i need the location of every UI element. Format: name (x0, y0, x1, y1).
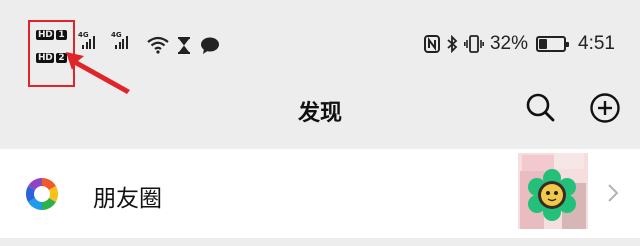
hourglass-icon (178, 37, 190, 54)
status-time: 4:51 (578, 33, 615, 54)
network-type-label: 4G (111, 31, 122, 39)
search-icon[interactable] (524, 91, 556, 123)
chevron-right-icon (608, 184, 619, 202)
battery-tip (566, 42, 570, 47)
battery-percent: 32% (489, 33, 529, 54)
chat-bubble-icon (201, 37, 219, 54)
status-bar: HD 1 HD 2 4G 4G 32% 4:51 (0, 0, 640, 95)
wifi-icon (147, 36, 169, 54)
bluetooth-icon (447, 35, 458, 53)
cell-signal-2: 4G (111, 31, 128, 49)
list-item-label: 朋友圈 (93, 186, 162, 212)
cell-signal-1: 4G (78, 31, 95, 49)
nav-bar: 发现 (0, 85, 640, 135)
battery-level-fill (539, 39, 548, 49)
add-circle-icon[interactable] (589, 92, 621, 124)
right-status-group: 32% 4:51 (423, 33, 615, 55)
section-divider (0, 238, 640, 246)
network-type-label: 4G (78, 31, 89, 39)
list-item-moments[interactable]: 朋友圈 (0, 149, 640, 238)
moments-thumbnail-avatar (518, 153, 588, 229)
battery-icon (536, 36, 570, 52)
nfc-icon (423, 35, 440, 53)
moments-aperture-icon (25, 177, 59, 211)
vibrate-icon (463, 35, 484, 53)
